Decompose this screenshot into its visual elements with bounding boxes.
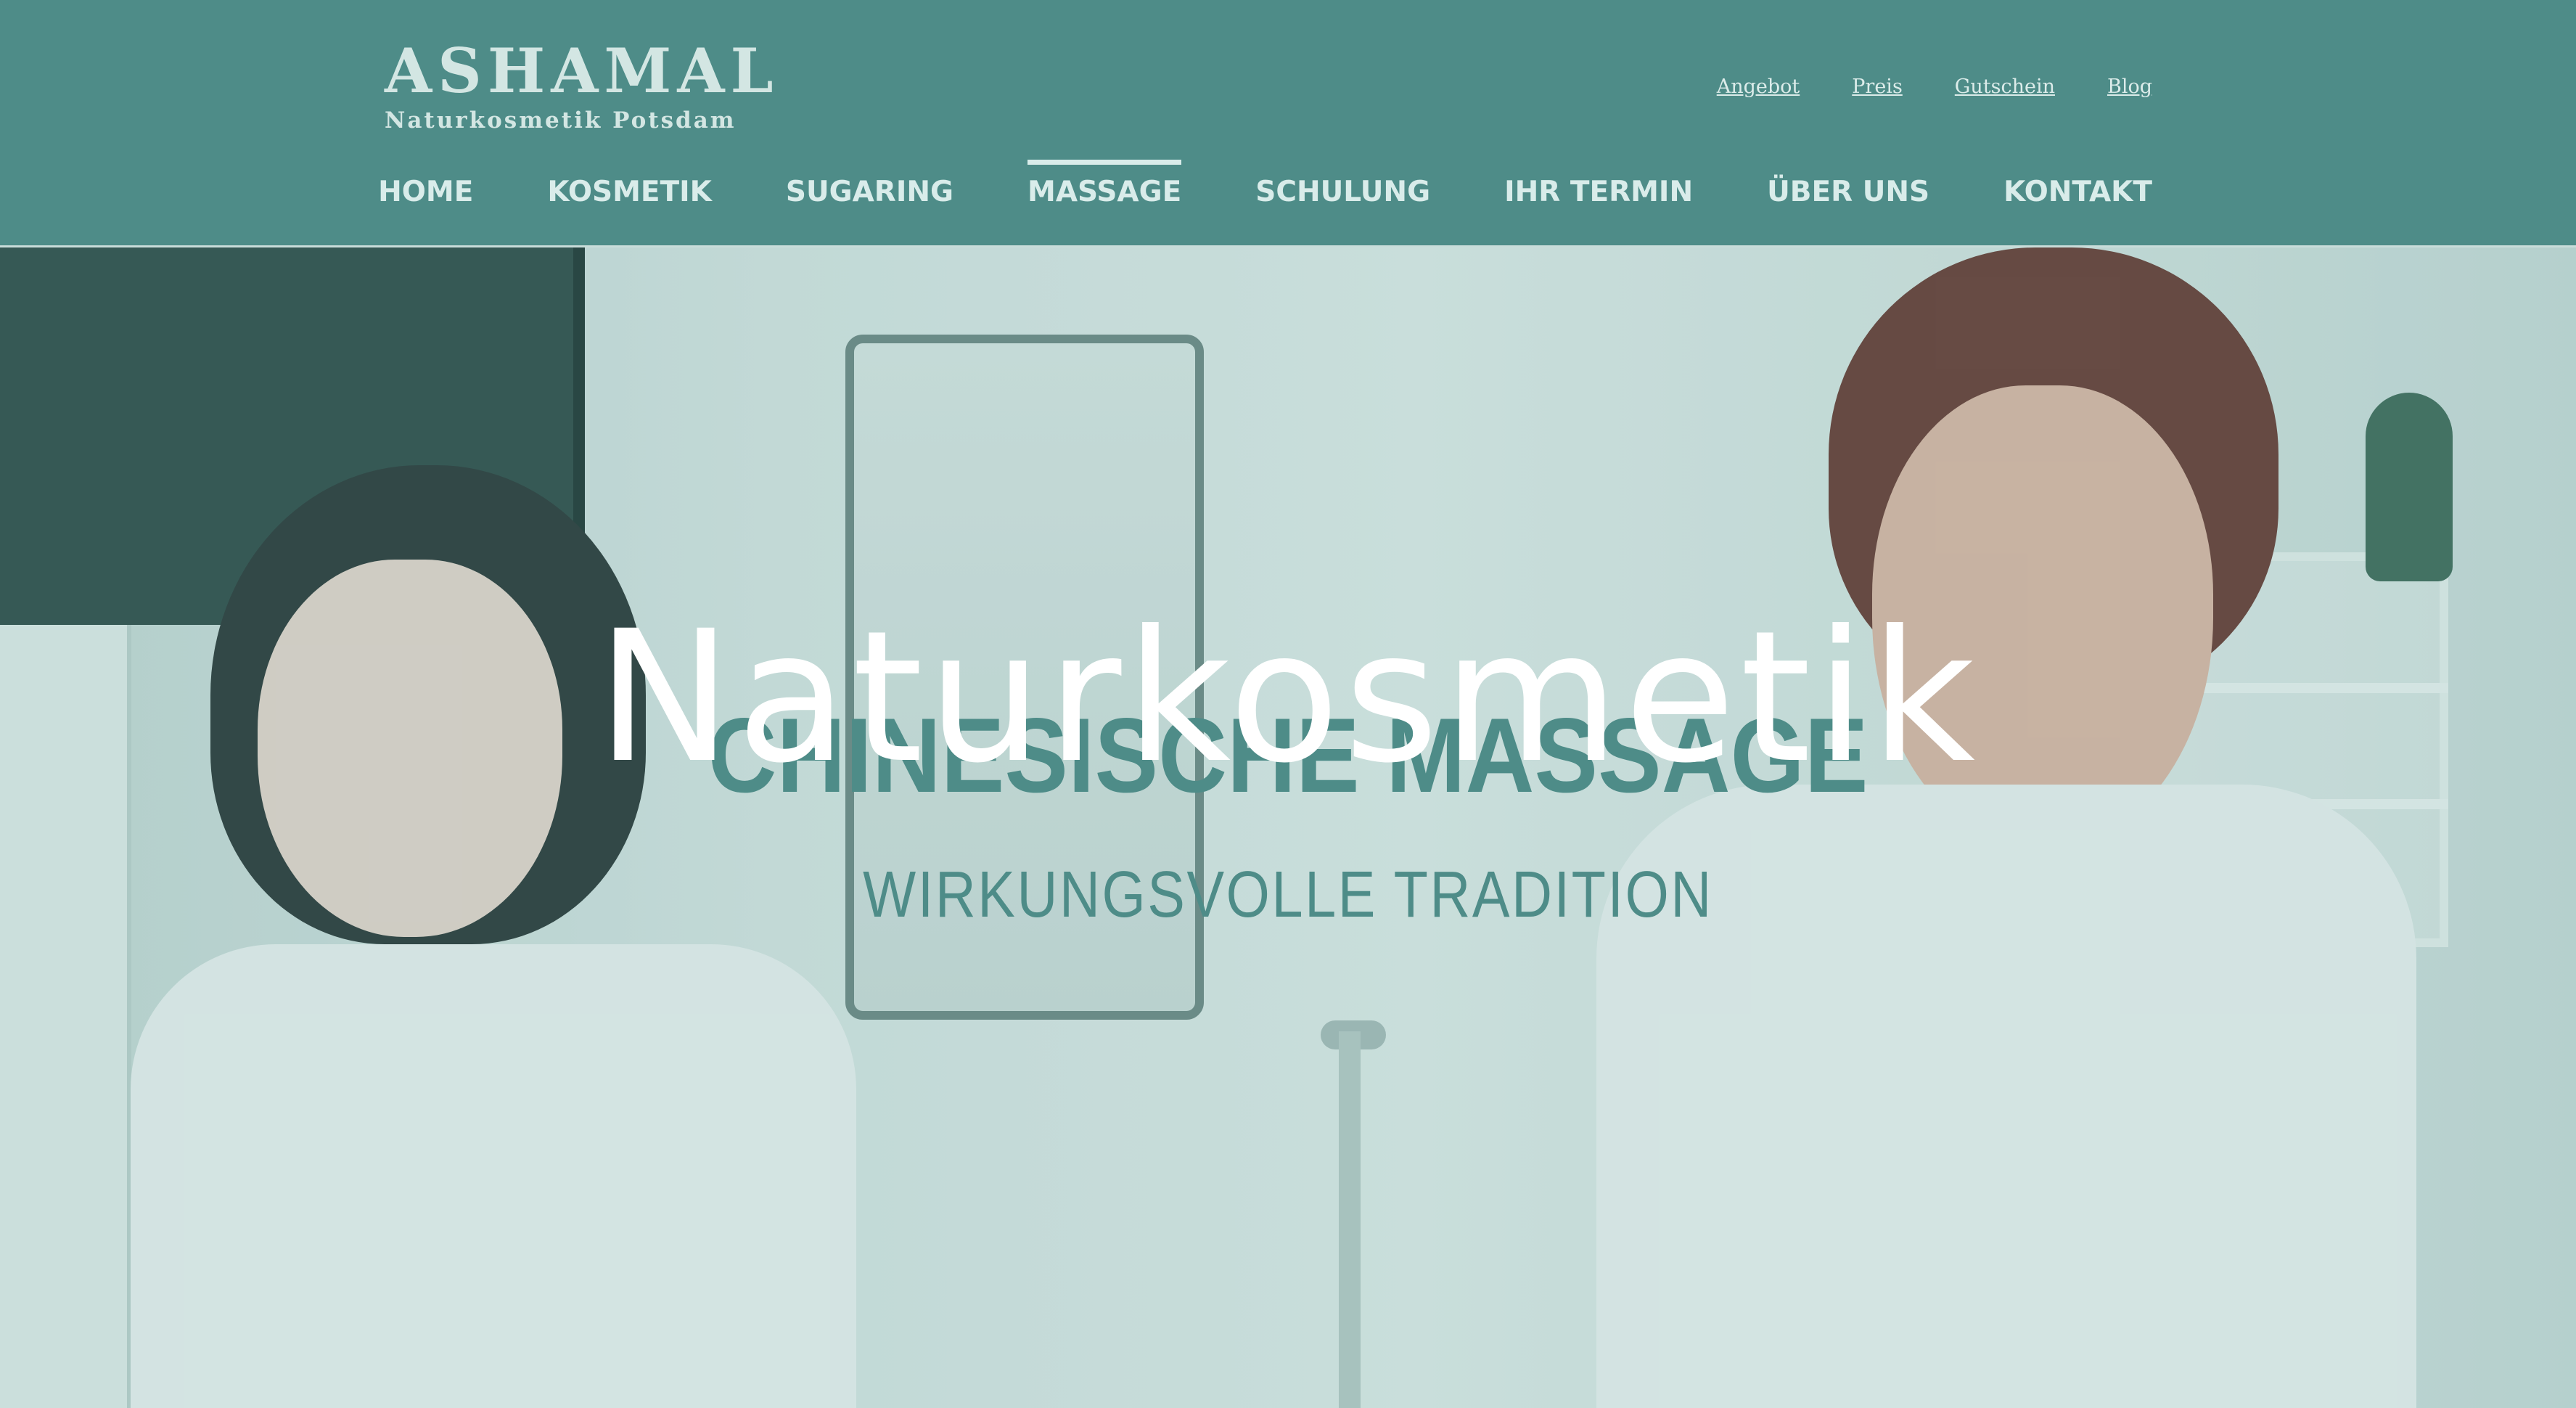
nav-item-home[interactable]: HOME xyxy=(378,174,473,210)
hero-overlay xyxy=(0,247,2576,1408)
site-logo[interactable]: ASHAMAL Naturkosmetik Potsdam xyxy=(385,38,779,134)
top-link-blog[interactable]: Blog xyxy=(2107,75,2152,98)
nav-item-kosmetik[interactable]: KOSMETIK xyxy=(547,174,712,210)
logo-tagline: Naturkosmetik Potsdam xyxy=(385,107,737,134)
top-link-angebot[interactable]: Angebot xyxy=(1717,75,1800,98)
site-header: ASHAMAL Naturkosmetik Potsdam Angebot Pr… xyxy=(0,0,2576,247)
hero-subheading: WIRKUNGSVOLLE TRADITION xyxy=(863,859,1713,931)
top-link-gutschein[interactable]: Gutschein xyxy=(1955,75,2055,98)
nav-item-kontakt[interactable]: KONTAKT xyxy=(2003,174,2152,210)
main-nav: HOME KOSMETIK SUGARING MASSAGE SCHULUNG … xyxy=(378,160,2152,210)
hero-section: CHINESISCHE MASSAGE Naturkosmetik WIRKUN… xyxy=(0,247,2576,1408)
top-link-preis[interactable]: Preis xyxy=(1852,75,1903,98)
hero-title: Naturkosmetik xyxy=(596,592,1980,803)
nav-item-ueber-uns[interactable]: ÜBER UNS xyxy=(1767,174,1929,210)
logo-title: ASHAMAL xyxy=(385,35,779,107)
nav-item-massage[interactable]: MASSAGE xyxy=(1027,160,1182,210)
nav-item-schulung[interactable]: SCHULUNG xyxy=(1255,174,1430,210)
secondary-nav: Angebot Preis Gutschein Blog xyxy=(1717,75,2152,98)
nav-item-sugaring[interactable]: SUGARING xyxy=(786,174,953,210)
nav-item-ihr-termin[interactable]: IHR TERMIN xyxy=(1504,174,1693,210)
